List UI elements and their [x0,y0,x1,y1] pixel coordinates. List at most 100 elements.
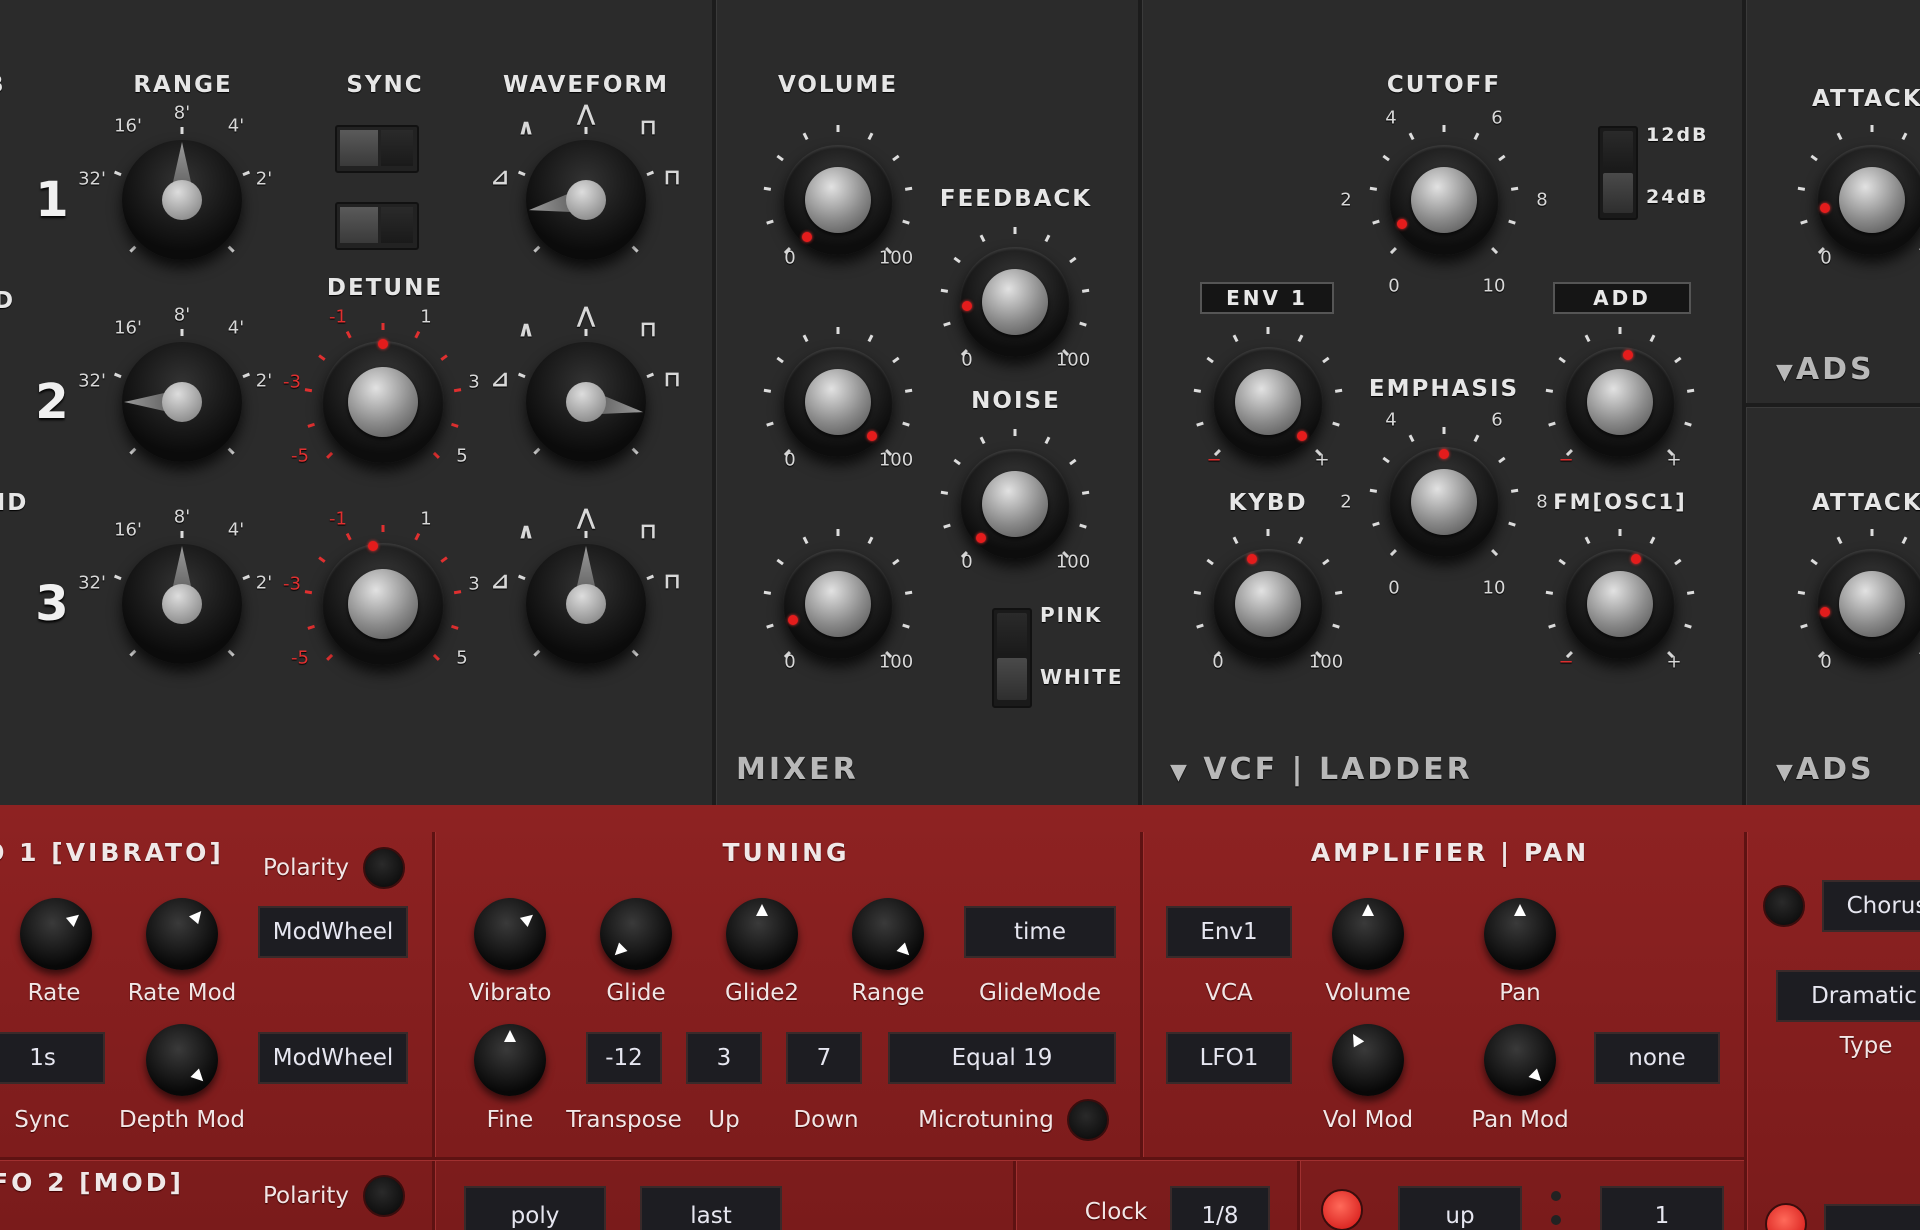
arp-octave-field[interactable]: 1 [1600,1186,1724,1230]
knob-tick [1674,558,1682,566]
sync-switch-1[interactable] [335,125,419,173]
noise-label: NOISE [971,388,1061,414]
env1-tag[interactable]: ENV 1 [1200,282,1334,314]
voice-mode-field[interactable]: poly [464,1186,606,1230]
glidemode-field[interactable]: time [964,906,1116,958]
detune-knob-3[interactable] [322,543,444,665]
lfo1-rate-knob[interactable] [20,898,92,970]
fine-knob[interactable] [474,1024,546,1096]
note-priority-field[interactable]: last [640,1186,782,1230]
glide2-label: Glide2 [725,980,799,1006]
vcf-title[interactable]: ▼ VCF | LADDER [1170,752,1473,787]
knob-indicator [896,942,914,960]
waveform-knob-2[interactable] [526,342,646,462]
volume-knob-3[interactable] [783,549,893,659]
sync-label: SYNC [346,72,424,98]
pan-mod-source-field[interactable]: none [1594,1032,1720,1084]
fx-preset-field[interactable]: Dramatic [1776,970,1920,1022]
emphasis-knob[interactable] [1389,447,1499,557]
vibrato-knob[interactable] [474,898,546,970]
up-field[interactable]: 3 [686,1032,762,1084]
down-field[interactable]: 7 [786,1032,862,1084]
knob-indicator [610,942,628,960]
scale-label: 32' [78,572,106,594]
noise-knob[interactable] [960,449,1070,559]
knob-tick [242,574,251,581]
knob-tick [953,256,961,264]
pan-knob[interactable] [1484,898,1556,970]
knob-tick [1297,536,1304,545]
knob-tick [943,523,951,529]
chorus-type-field[interactable]: Chorus [1822,880,1920,932]
knob-cap [1411,469,1477,535]
volume-knob-1[interactable] [783,145,893,255]
glide-knob[interactable] [600,898,672,970]
volume-knob-2[interactable] [783,347,893,457]
add-tag[interactable]: ADD [1553,282,1691,314]
adsr-title-1[interactable]: ▼ADS [1776,352,1875,387]
lfo2-polarity-toggle[interactable] [363,1175,405,1217]
transpose-field[interactable]: -12 [586,1032,662,1084]
lfo1-depth-mod-knob[interactable] [146,1024,218,1096]
glide2-knob[interactable] [726,898,798,970]
pan-mod-knob[interactable] [1484,1024,1556,1096]
env1-amount-knob[interactable] [1213,347,1323,457]
attack-knob-1[interactable] [1817,145,1920,255]
amp-volume-knob[interactable] [1332,898,1404,970]
knob-tick [646,372,655,379]
knob-tick [318,556,326,563]
range-knob-3[interactable] [122,544,242,664]
scale-label: -3 [283,573,301,595]
vol-mod-knob[interactable] [1332,1024,1404,1096]
cutoff-knob[interactable] [1389,145,1499,255]
chorus-enable-toggle[interactable] [1763,885,1805,927]
waveform-knob-1[interactable] [526,140,646,260]
knob-tick [1684,623,1692,629]
knob-tick [1473,434,1480,443]
scale-label: 5 [456,445,468,467]
fm-osc1-knob[interactable] [1565,549,1675,659]
knob-indicator [504,1030,516,1042]
knob-tick [414,532,421,541]
attack-knob-2[interactable] [1817,549,1920,659]
detune-knob-2[interactable] [322,341,444,463]
knob-tick [631,649,639,657]
feedback-knob[interactable] [960,247,1070,357]
sync-switch-2[interactable] [335,202,419,250]
lfo1-sync-field[interactable]: 1s [0,1032,105,1084]
arp-direction-field[interactable]: up [1398,1186,1522,1230]
lfo1-polarity-toggle[interactable] [363,847,405,889]
pan-mod-label: Pan Mod [1471,1107,1569,1133]
emphasis-label: EMPHASIS [1368,376,1520,402]
lfo1-rate-mod-knob[interactable] [146,898,218,970]
panel-divider [432,832,435,1157]
kybd-knob[interactable] [1213,549,1323,659]
range-knob-2[interactable] [122,342,242,462]
microtuning-toggle[interactable] [1067,1099,1109,1141]
tuning-range-knob[interactable] [852,898,924,970]
knob-tick [1297,334,1304,343]
vol-mod-source-field[interactable]: LFO1 [1166,1032,1292,1084]
scale-label: 6 [1491,107,1503,129]
microtuning-field[interactable]: Equal 19 [888,1032,1116,1084]
scale-label: + [1666,449,1682,471]
lfo1-rate-mod-source[interactable]: ModWheel [258,906,408,958]
knob-tick [763,186,772,191]
noise-color-switch[interactable] [992,608,1032,708]
clock-field[interactable]: 1/8 [1170,1186,1270,1230]
vca-source-field[interactable]: Env1 [1166,906,1292,958]
waveform-knob-3[interactable] [526,544,646,664]
knob-tick [129,245,137,253]
scale-label: 32' [78,370,106,392]
waveform-glyph-icon: ⊓ [663,569,681,595]
range-knob-1[interactable] [122,140,242,260]
arp-enable-toggle[interactable] [1321,1189,1363,1230]
add-amount-knob[interactable] [1565,347,1675,457]
knob-tick [1836,132,1843,141]
fx-bottom-field[interactable] [1824,1204,1920,1230]
filter-slope-switch[interactable] [1598,126,1638,220]
lfo1-depth-mod-source[interactable]: ModWheel [258,1032,408,1084]
adsr-title-2[interactable]: ▼ADS [1776,752,1875,787]
knob-cap [1411,167,1477,233]
knob-tick [1382,456,1390,464]
